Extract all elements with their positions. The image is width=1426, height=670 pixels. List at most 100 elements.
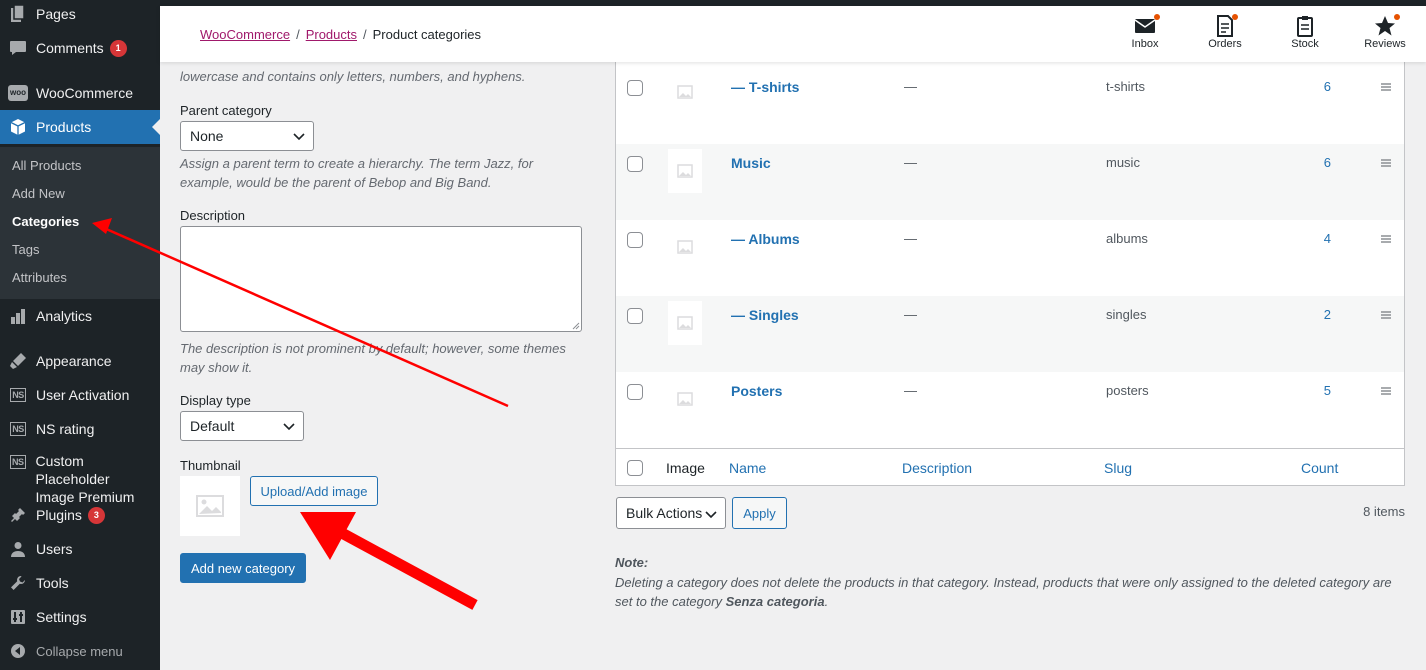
category-name-link[interactable]: Music [731,155,771,171]
column-slug-sort[interactable]: Slug [1104,460,1132,476]
chevron-down-icon [283,423,295,431]
upload-add-image-button[interactable]: Upload/Add image [250,476,378,506]
bulk-actions-value: Bulk Actions [626,505,703,521]
display-type-select[interactable]: Default [180,411,304,441]
collapse-menu-label: Collapse menu [36,643,123,659]
ns-logo: NS [10,422,26,436]
sidebar-item-plugins[interactable]: Plugins 3 [0,498,160,532]
sidebar-item-user-activation[interactable]: NS User Activation [0,378,160,412]
column-name-sort[interactable]: Name [729,460,766,476]
thumbnail-preview [180,476,240,536]
sidebar-item-label: Pages [36,6,76,22]
drag-handle-icon[interactable] [1380,387,1392,395]
parent-category-select[interactable]: None [180,121,314,151]
note-title: Note: [615,555,649,570]
sidebar-item-settings[interactable]: Settings [0,600,160,634]
slug-hint: lowercase and contains only letters, num… [180,69,526,84]
select-all-checkbox[interactable] [627,460,643,476]
category-count-link[interactable]: 2 [1306,307,1331,322]
column-count-sort[interactable]: Count [1301,460,1338,476]
sidebar-item-tools[interactable]: Tools [0,566,160,600]
row-checkbox[interactable] [627,80,643,96]
reviews-label: Reviews [1364,38,1406,50]
sidebar-item-custom-placeholder[interactable]: NS Custom Placeholder Image Premium [0,452,160,505]
submenu-all-products[interactable]: All Products [12,158,81,173]
note-line-1: Deleting a category does not delete the … [615,575,1392,590]
reviews-notification-dot [1394,14,1400,20]
submenu-attributes[interactable]: Attributes [12,270,67,285]
category-count-link[interactable]: 4 [1306,231,1331,246]
drag-handle-icon[interactable] [1380,159,1392,167]
sidebar-item-users[interactable]: Users [0,532,160,566]
inbox-button[interactable]: Inbox [1105,14,1185,58]
sidebar-item-label: NS rating [36,421,95,437]
stock-icon [1296,14,1314,38]
row-checkbox[interactable] [627,156,643,172]
sidebar-item-woocommerce[interactable]: woo WooCommerce [0,76,160,110]
appearance-icon [0,352,36,370]
submenu-tags[interactable]: Tags [12,242,39,257]
sidebar-item-analytics[interactable]: Analytics [0,299,160,333]
label-line-1: Custom Placeholder [35,453,110,487]
image-placeholder-icon [677,240,693,254]
category-slug: posters [1106,383,1149,398]
category-count-link[interactable]: 6 [1306,79,1331,94]
apply-button[interactable]: Apply [732,497,787,529]
category-name-link[interactable]: — T-shirts [731,79,799,95]
category-count-link[interactable]: 6 [1306,155,1331,170]
description-label: Description [180,208,246,223]
table-row: Music — music 6 [616,144,1404,220]
sidebar-item-ns-rating[interactable]: NS NS rating [0,412,160,446]
drag-handle-icon[interactable] [1380,235,1392,243]
category-description: — [904,307,917,322]
add-new-category-button[interactable]: Add new category [180,553,306,583]
submenu-add-new[interactable]: Add New [12,186,65,201]
settings-icon [0,609,36,625]
row-checkbox[interactable] [627,232,643,248]
submenu-categories[interactable]: Categories [12,214,79,229]
chevron-down-icon [293,133,305,141]
column-image: Image [666,460,705,476]
woo-logo: woo [8,85,28,101]
column-description-sort[interactable]: Description [902,460,972,476]
table-row: — Singles — singles 2 [616,296,1404,372]
bulk-actions-select[interactable]: Bulk Actions [616,497,726,529]
items-count: 8 items [1363,504,1405,519]
plugins-update-badge: 3 [87,506,105,524]
category-name-link[interactable]: — Albums [731,231,800,247]
resize-grip-icon[interactable] [572,322,580,330]
row-checkbox[interactable] [627,384,643,400]
category-count-link[interactable]: 5 [1306,383,1331,398]
sidebar-item-label: Comments [36,40,104,56]
category-description: — [904,155,917,170]
analytics-icon [0,308,36,324]
drag-handle-icon[interactable] [1380,83,1392,91]
admin-sidebar: Pages Comments 1 woo WooCommerce Product… [0,0,160,670]
note-line-2: set to the category [615,594,726,609]
woocommerce-header: WooCommerce / Products / Product categories … [160,6,1426,62]
reviews-button[interactable]: Reviews [1345,14,1425,58]
sidebar-item-products[interactable]: Products [0,110,160,144]
image-placeholder-icon [677,164,693,178]
breadcrumb-products-link[interactable]: Products [306,27,357,42]
sidebar-item-appearance[interactable]: Appearance [0,344,160,378]
orders-notification-dot [1232,14,1238,20]
breadcrumb-separator: / [363,27,367,42]
collapse-menu-button[interactable]: Collapse menu [0,640,160,662]
breadcrumb-current: Product categories [372,27,482,42]
category-slug: t-shirts [1106,79,1145,94]
sidebar-item-pages[interactable]: Pages [0,0,160,31]
category-name-link[interactable]: — Singles [731,307,799,323]
orders-button[interactable]: Orders [1185,14,1265,58]
stock-button[interactable]: Stock [1265,14,1345,58]
display-type-label: Display type [180,393,251,408]
breadcrumb-woocommerce-link[interactable]: WooCommerce [200,27,290,42]
sidebar-item-comments[interactable]: Comments 1 [0,31,160,65]
category-name-link[interactable]: Posters [731,383,782,399]
row-checkbox[interactable] [627,308,643,324]
description-textarea[interactable] [180,226,582,332]
chevron-down-icon [705,511,717,519]
parent-category-label: Parent category [180,103,272,118]
drag-handle-icon[interactable] [1380,311,1392,319]
inbox-label: Inbox [1131,38,1159,50]
